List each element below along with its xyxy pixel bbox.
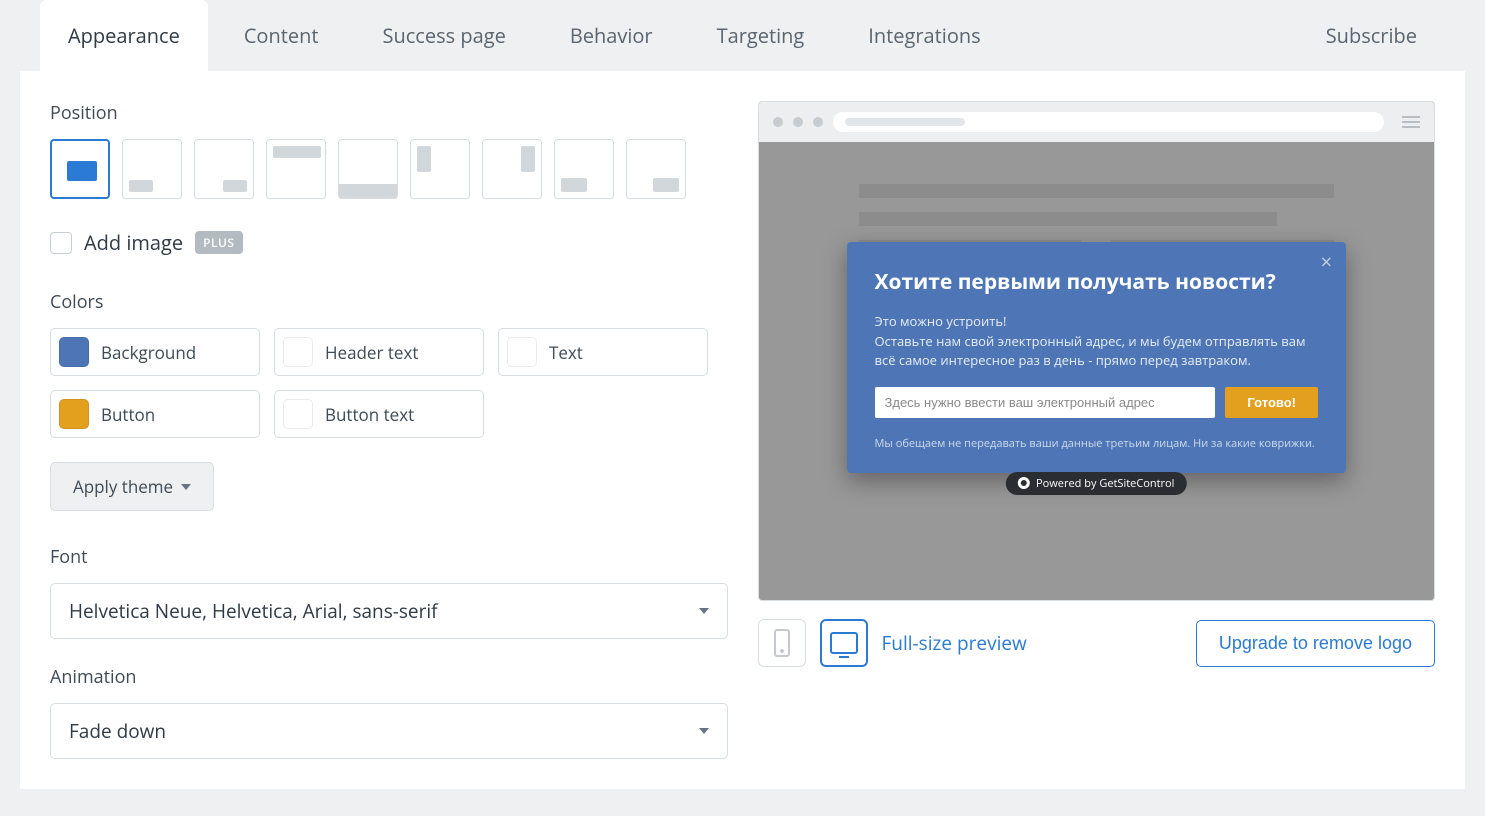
tab-success-page[interactable]: Success page [354, 0, 533, 71]
color-background[interactable]: Background [50, 328, 260, 376]
device-desktop-button[interactable] [820, 619, 868, 667]
tab-appearance[interactable]: Appearance [40, 0, 208, 71]
position-bottom-right-small[interactable] [194, 139, 254, 199]
animation-select[interactable]: Fade down [50, 703, 728, 759]
full-size-preview-link[interactable]: Full-size preview [882, 630, 1027, 656]
caret-down-icon [181, 484, 191, 490]
color-header-text[interactable]: Header text [274, 328, 484, 376]
submit-button[interactable]: Готово! [1225, 387, 1318, 418]
desktop-icon [830, 632, 858, 654]
preview-browser-chrome [759, 102, 1435, 142]
apply-theme-label: Apply theme [73, 475, 173, 498]
button-text-swatch [283, 399, 313, 429]
preview-window: × Хотите первыми получать новости? Это м… [758, 101, 1436, 601]
font-select[interactable]: Helvetica Neue, Helvetica, Arial, sans-s… [50, 583, 728, 639]
logo-icon [1018, 477, 1030, 489]
position-top-bar[interactable] [266, 139, 326, 199]
add-image-checkbox[interactable] [50, 232, 72, 254]
preview-popup: × Хотите первыми получать новости? Это м… [847, 242, 1347, 473]
tab-content[interactable]: Content [216, 0, 347, 71]
color-button-text-label: Button text [325, 403, 414, 426]
traffic-light-icon [793, 117, 803, 127]
text-swatch [507, 337, 537, 367]
position-options [50, 139, 728, 199]
color-text-label: Text [549, 341, 583, 364]
phone-icon [774, 629, 790, 657]
hamburger-icon [1402, 116, 1420, 128]
tabs-bar: Appearance Content Success page Behavior… [20, 0, 1465, 71]
color-button-text[interactable]: Button text [274, 390, 484, 438]
apply-theme-button[interactable]: Apply theme [50, 462, 214, 511]
add-image-label: Add image [84, 229, 183, 256]
color-background-label: Background [101, 341, 196, 364]
popup-text: Это можно устроить! Оставьте нам свой эл… [875, 312, 1319, 371]
powered-by-badge: Powered by GetSiteControl [1006, 472, 1186, 495]
position-bottom-left-small[interactable] [122, 139, 182, 199]
caret-down-icon [699, 608, 709, 614]
device-mobile-button[interactable] [758, 619, 806, 667]
colors-label: Colors [50, 290, 728, 314]
position-center[interactable] [50, 139, 110, 199]
plus-badge: PLUS [195, 231, 242, 254]
position-top-right-panel[interactable] [482, 139, 542, 199]
header-text-swatch [283, 337, 313, 367]
animation-label: Animation [50, 665, 728, 689]
color-header-text-label: Header text [325, 341, 418, 364]
caret-down-icon [699, 728, 709, 734]
tab-subscribe[interactable]: Subscribe [1298, 0, 1445, 71]
font-value: Helvetica Neue, Helvetica, Arial, sans-s… [69, 598, 438, 624]
color-text[interactable]: Text [498, 328, 708, 376]
tab-integrations[interactable]: Integrations [840, 0, 1008, 71]
color-button[interactable]: Button [50, 390, 260, 438]
upgrade-button[interactable]: Upgrade to remove logo [1196, 620, 1435, 667]
position-bottom-left-panel[interactable] [554, 139, 614, 199]
tab-behavior[interactable]: Behavior [542, 0, 681, 71]
position-bottom-right-panel[interactable] [626, 139, 686, 199]
preview-url-bar [833, 112, 1385, 132]
font-label: Font [50, 545, 728, 569]
animation-value: Fade down [69, 718, 166, 744]
email-input[interactable] [875, 387, 1216, 418]
position-bottom-bar[interactable] [338, 139, 398, 199]
position-top-left-panel[interactable] [410, 139, 470, 199]
popup-note: Мы обещаем не передавать ваши данные тре… [875, 436, 1319, 451]
traffic-light-icon [773, 117, 783, 127]
button-swatch [59, 399, 89, 429]
background-swatch [59, 337, 89, 367]
color-button-label: Button [101, 403, 155, 426]
popup-title: Хотите первыми получать новости? [875, 268, 1319, 296]
close-icon[interactable]: × [1321, 252, 1332, 272]
traffic-light-icon [813, 117, 823, 127]
tab-targeting[interactable]: Targeting [689, 0, 833, 71]
position-label: Position [50, 101, 728, 125]
